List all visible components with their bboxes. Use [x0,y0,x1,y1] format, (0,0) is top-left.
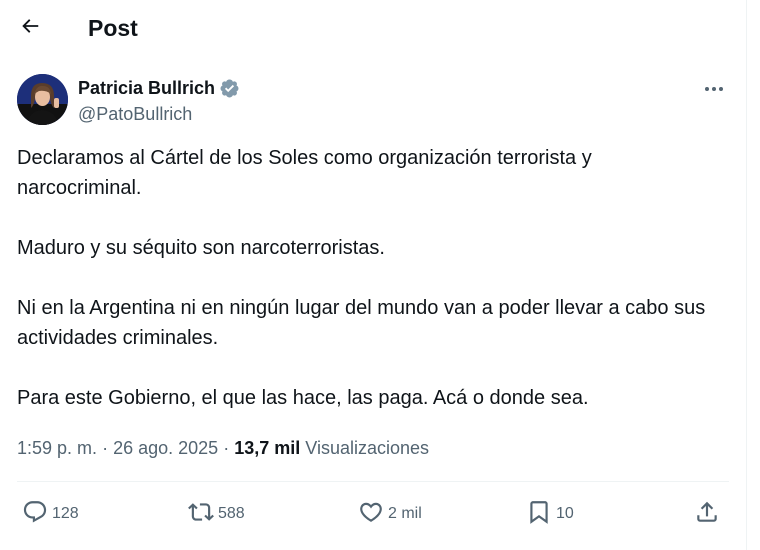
tweet-paragraph: Ni en la Argentina ni en ningún lugar de… [17,297,706,349]
page-title: Post [88,15,138,41]
reply-button[interactable]: 128 [22,496,79,532]
tweet-paragraph: Maduro y su séquito son narcoterroristas… [17,237,385,259]
reply-icon [22,499,48,530]
tweet-time[interactable]: 1:59 p. m. [17,438,97,458]
avatar[interactable] [17,74,68,125]
share-icon [694,499,720,530]
repost-count: 588 [218,505,245,522]
tweet-date[interactable]: 26 ago. 2025 [113,438,218,458]
back-button[interactable] [12,10,48,46]
bookmark-icon [526,499,552,530]
tweet-paragraph: Declaramos al Cártel de los Soles como o… [17,147,592,199]
tweet-paragraph: Para este Gobierno, el que las hace, las… [17,387,589,409]
like-count: 2 mil [388,505,422,522]
post-page: Post Patricia Bullrich @PatoBullrich Dec… [0,0,760,550]
meta-separator: · [223,438,230,458]
column-border [746,0,747,550]
action-bar: 128 588 2 mil 10 [0,496,746,532]
reply-count: 128 [52,505,79,522]
divider [17,481,729,482]
author-name[interactable]: Patricia Bullrich [78,77,240,99]
repost-button[interactable]: 588 [188,496,245,532]
tweet-text: Declaramos al Cártel de los Soles como o… [17,143,717,413]
verified-badge-icon [219,78,240,99]
bookmark-button[interactable]: 10 [526,496,574,532]
back-arrow-icon [19,15,41,42]
views-label: Visualizaciones [305,438,430,458]
bookmark-count: 10 [556,505,574,522]
views-count: 13,7 mil [234,438,301,458]
like-button[interactable]: 2 mil [358,496,422,532]
meta-separator: · [102,438,109,458]
more-options-button[interactable] [694,76,734,102]
tweet-meta: 1:59 p. m. · 26 ago. 2025 · 13,7 mil Vis… [17,437,717,459]
post-header: Post [0,0,746,56]
repost-icon [188,499,214,530]
heart-icon [358,499,384,530]
author-name-text: Patricia Bullrich [78,78,216,98]
avatar-image [17,74,68,125]
author-handle[interactable]: @PatoBullrich [78,103,192,125]
more-dots-icon [703,80,725,98]
share-button[interactable] [694,496,720,532]
